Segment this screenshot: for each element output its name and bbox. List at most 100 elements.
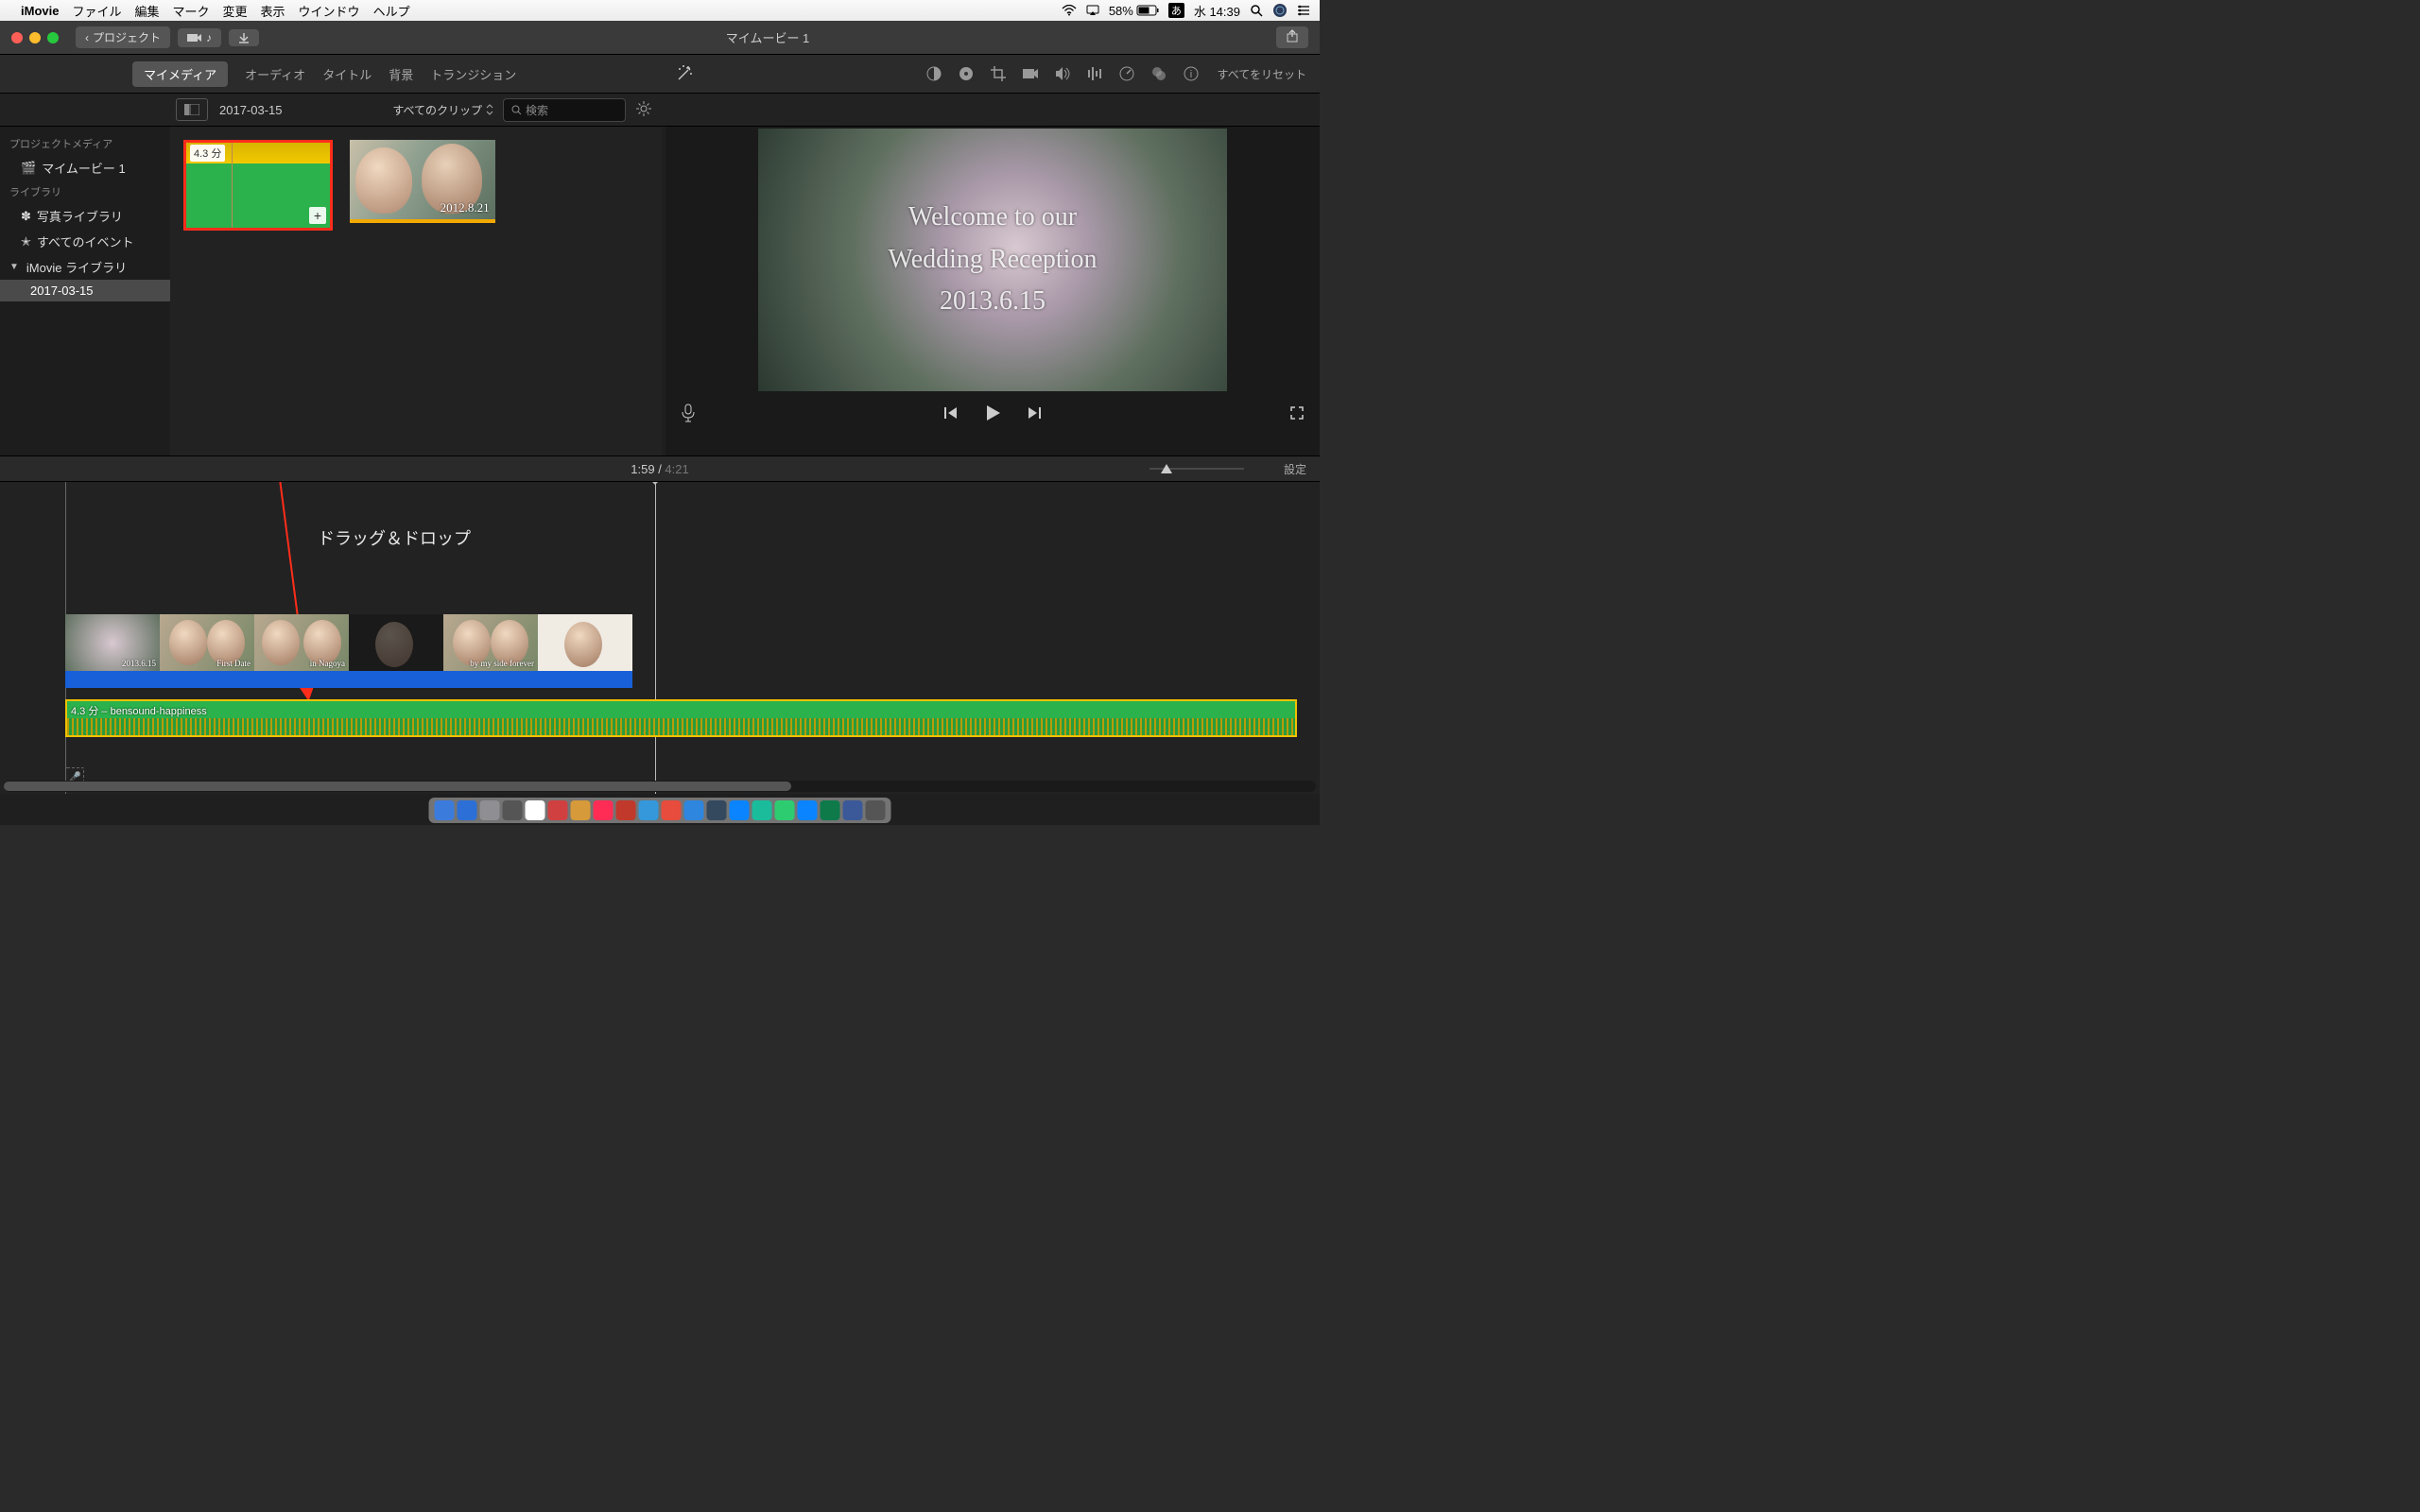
dock-app-19[interactable]: [866, 800, 886, 820]
fullscreen-icon[interactable]: [1289, 405, 1305, 423]
dock-app-4[interactable]: [526, 800, 545, 820]
preview-viewer[interactable]: Welcome to our Wedding Reception 2013.6.…: [758, 129, 1227, 391]
timeline-video-clip[interactable]: [538, 614, 632, 671]
clock[interactable]: 水 14:39: [1194, 2, 1240, 20]
menu-mark[interactable]: マーク: [173, 2, 210, 20]
timeline-scrollbar[interactable]: [4, 781, 1316, 792]
browser-settings-icon[interactable]: [635, 100, 652, 120]
dock-app-5[interactable]: [548, 800, 568, 820]
notification-center-icon[interactable]: [1297, 5, 1310, 16]
video-clip-thumbnail[interactable]: 2012.8.21: [350, 140, 495, 223]
timeline-settings-button[interactable]: 設定: [1284, 461, 1306, 477]
layout-toggle-button[interactable]: [176, 98, 208, 121]
play-button[interactable]: [982, 403, 1003, 426]
flower-icon: ✽: [21, 209, 31, 224]
menu-view[interactable]: 表示: [261, 2, 285, 20]
app-menu[interactable]: iMovie: [21, 4, 59, 18]
dock-app-3[interactable]: [503, 800, 523, 820]
timeline-video-clip[interactable]: by my side forever: [443, 614, 538, 671]
audio-clip-thumbnail[interactable]: 4.3 分 +: [183, 140, 333, 231]
crop-icon[interactable]: [989, 64, 1008, 83]
dock-app-18[interactable]: [843, 800, 863, 820]
search-field[interactable]: 検索: [503, 98, 626, 122]
tab-audio[interactable]: オーディオ: [245, 65, 305, 83]
close-window-button[interactable]: [11, 32, 23, 43]
dock-app-9[interactable]: [639, 800, 659, 820]
audio-track[interactable]: 4.3 分 – bensound-happiness: [65, 699, 1297, 737]
dock-app-0[interactable]: [435, 800, 455, 820]
timeline-video-clip[interactable]: [349, 614, 443, 671]
clip-browser[interactable]: 4.3 分 + 2012.8.21: [170, 127, 662, 455]
next-button[interactable]: [1026, 404, 1043, 424]
dock-app-17[interactable]: [821, 800, 840, 820]
enhance-magic-icon[interactable]: [675, 64, 694, 83]
timeline-video-clip[interactable]: in Nagoya: [254, 614, 349, 671]
preview-text-1: Welcome to our: [908, 197, 1077, 239]
dock-app-12[interactable]: [707, 800, 727, 820]
sidebar-project-item[interactable]: 🎬マイムービー 1: [0, 155, 170, 180]
zoom-window-button[interactable]: [47, 32, 59, 43]
dock-app-15[interactable]: [775, 800, 795, 820]
dock-app-7[interactable]: [594, 800, 614, 820]
add-clip-button[interactable]: +: [309, 207, 326, 224]
dock-app-10[interactable]: [662, 800, 682, 820]
minimize-window-button[interactable]: [29, 32, 41, 43]
noise-eq-icon[interactable]: [1085, 64, 1104, 83]
media-import-button[interactable]: ♪: [178, 28, 221, 47]
color-balance-icon[interactable]: [925, 64, 943, 83]
wifi-icon[interactable]: [1062, 5, 1077, 16]
dock-app-14[interactable]: [752, 800, 772, 820]
dock-app-6[interactable]: [571, 800, 591, 820]
ime-indicator[interactable]: あ: [1168, 3, 1184, 18]
voiceover-mic-icon[interactable]: [681, 404, 696, 425]
airplay-icon[interactable]: [1086, 5, 1099, 16]
menu-file[interactable]: ファイル: [72, 2, 121, 20]
dock-app-16[interactable]: [798, 800, 818, 820]
dock-app-13[interactable]: [730, 800, 750, 820]
timeline[interactable]: ドラッグ＆ドロップ 2013.6.15 First Date in Nagoya…: [0, 482, 1320, 794]
menu-edit[interactable]: 編集: [134, 2, 159, 20]
info-icon[interactable]: i: [1182, 64, 1201, 83]
timeline-current-time: 1:59: [631, 462, 654, 476]
speed-icon[interactable]: [1117, 64, 1136, 83]
sidebar-event-selected[interactable]: 2017-03-15: [0, 280, 170, 301]
clip-filter-dropdown[interactable]: すべてのクリップ: [392, 102, 493, 118]
timeline-video-clip[interactable]: First Date: [160, 614, 254, 671]
scrollbar-thumb[interactable]: [4, 782, 791, 791]
tab-my-media[interactable]: マイメディア: [132, 61, 228, 87]
menu-help[interactable]: ヘルプ: [373, 2, 410, 20]
tab-titles[interactable]: タイトル: [322, 65, 372, 83]
share-button[interactable]: [1276, 26, 1308, 48]
video-track-bar[interactable]: [65, 671, 632, 688]
import-button[interactable]: [229, 29, 259, 46]
menu-modify[interactable]: 変更: [223, 2, 248, 20]
sidebar-imovie-library[interactable]: ▼iMovie ライブラリ: [0, 254, 170, 280]
tab-transitions[interactable]: トランジション: [430, 65, 516, 83]
dock-app-2[interactable]: [480, 800, 500, 820]
spotlight-icon[interactable]: [1250, 4, 1263, 17]
dock-app-8[interactable]: [616, 800, 636, 820]
color-correction-icon[interactable]: [957, 64, 976, 83]
filter-icon[interactable]: [1150, 64, 1168, 83]
dock-app-11[interactable]: [684, 800, 704, 820]
reset-all-button[interactable]: すべてをリセット: [1218, 66, 1306, 82]
media-tabs-row: マイメディア オーディオ タイトル 背景 トランジション i すべてをリセット: [0, 55, 1320, 93]
tab-backgrounds[interactable]: 背景: [389, 65, 413, 83]
playhead[interactable]: [655, 482, 656, 794]
sidebar-all-events[interactable]: ✭すべてのイベント: [0, 229, 170, 254]
preview-panel: Welcome to our Wedding Reception 2013.6.…: [666, 127, 1320, 455]
disclosure-triangle-icon[interactable]: ▼: [9, 262, 19, 272]
siri-icon[interactable]: [1272, 3, 1288, 18]
sidebar-header-project: プロジェクトメディア: [0, 132, 170, 155]
volume-icon[interactable]: [1053, 64, 1072, 83]
zoom-slider[interactable]: [1150, 462, 1244, 475]
timeline-video-clip[interactable]: 2013.6.15: [65, 614, 160, 671]
back-to-projects-button[interactable]: ‹ プロジェクト: [76, 26, 170, 48]
battery-status[interactable]: 58%: [1109, 4, 1159, 18]
prev-button[interactable]: [942, 404, 959, 424]
window-titlebar: ‹ プロジェクト ♪ マイムービー 1: [0, 21, 1320, 55]
menu-window[interactable]: ウインドウ: [299, 2, 360, 20]
sidebar-photo-library[interactable]: ✽写真ライブラリ: [0, 203, 170, 229]
dock-app-1[interactable]: [458, 800, 477, 820]
stabilization-icon[interactable]: [1021, 64, 1040, 83]
